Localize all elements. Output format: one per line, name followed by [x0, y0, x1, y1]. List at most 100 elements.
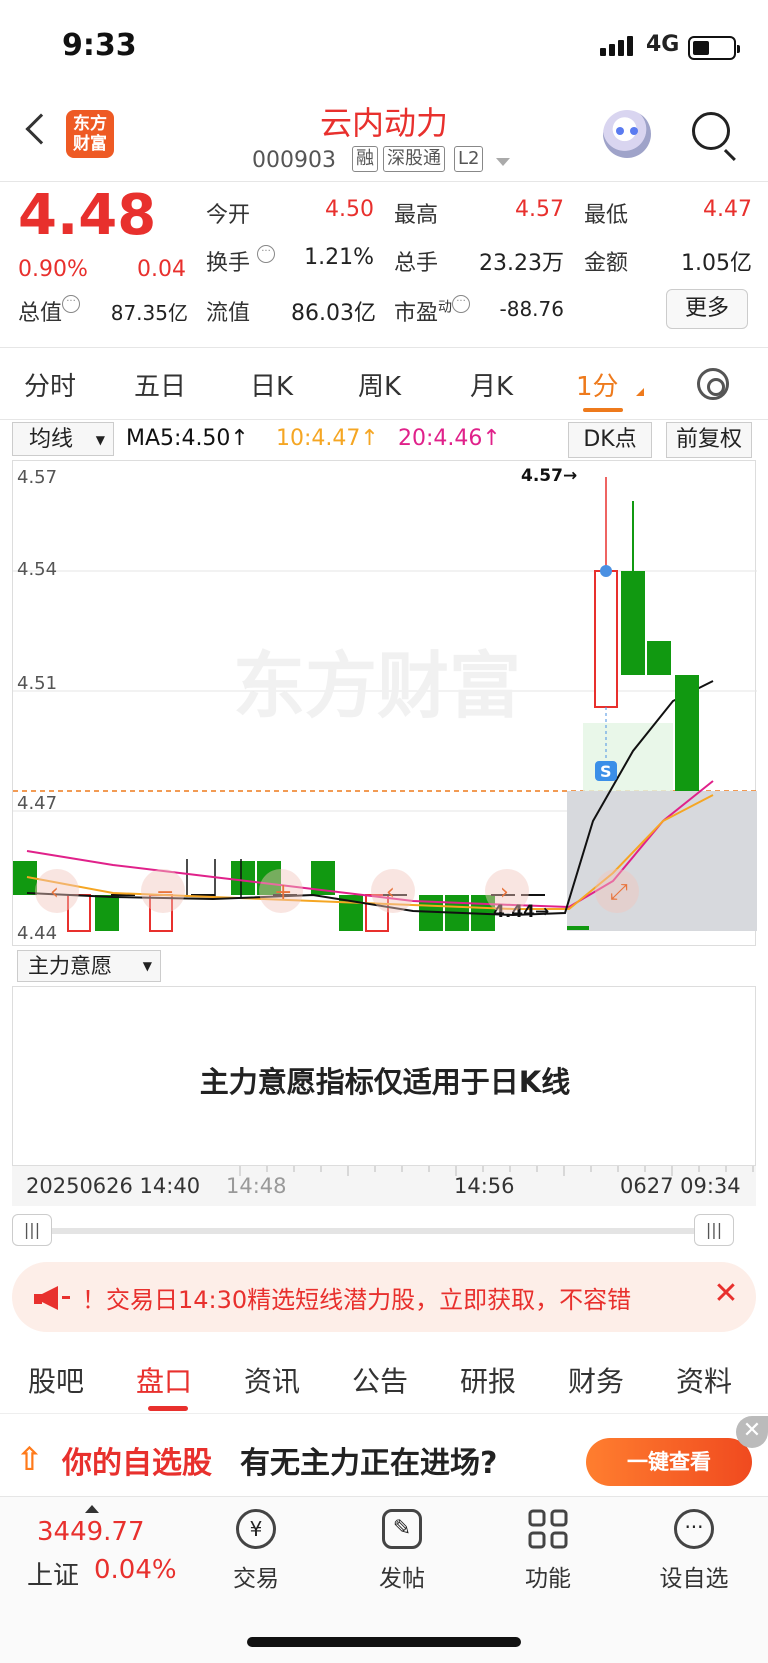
slider-track — [32, 1228, 732, 1234]
chart-control-icon: ⤢ — [610, 880, 628, 905]
stock-code: 000903 — [252, 148, 336, 173]
nav-label: 发帖 — [379, 1566, 425, 1592]
label-high: 最高 — [394, 203, 439, 228]
candle — [95, 895, 119, 931]
value-volume: 23.23万 — [479, 251, 564, 276]
tab-research[interactable]: 研报 — [460, 1360, 516, 1400]
tab-announcements[interactable]: 公告 — [352, 1360, 408, 1400]
nav-post[interactable]: ✎ 发帖 — [347, 1509, 457, 1593]
ma-select[interactable]: 均线 ▼ — [12, 422, 114, 456]
candle — [621, 571, 645, 675]
tab-profile[interactable]: 资料 — [676, 1360, 732, 1400]
value-amount: 1.05亿 — [681, 251, 752, 276]
time-axis: 20250626 14:40 14:48 14:56 0627 09:34 — [12, 1166, 756, 1206]
edit-icon: ✎ — [382, 1509, 422, 1549]
range-slider[interactable]: ||| ||| — [12, 1214, 756, 1246]
ma5-legend: MA5:4.50↑ — [126, 426, 249, 451]
value-turnover: 1.21% — [304, 245, 374, 270]
axis-label: 14:48 — [226, 1174, 287, 1198]
bottom-nav: 3449.77 上证 0.04% ¥ 交易 ✎ 发帖 功能 ··· 设自选 — [0, 1496, 768, 1663]
chart-control-icon: ‹ — [386, 880, 395, 905]
info-icon[interactable]: ··· — [452, 295, 471, 313]
tab-monthly[interactable]: 月K — [470, 366, 513, 403]
tag-connect: 深股通 — [383, 146, 445, 172]
tab-daily[interactable]: 日K — [250, 366, 293, 403]
chart-control-icon: › — [500, 880, 509, 905]
promo-subtitle: 有无主力正在进场? — [240, 1446, 498, 1481]
index-pct[interactable]: 0.04% — [94, 1555, 177, 1585]
home-indicator — [247, 1637, 521, 1647]
promo-cta-button[interactable]: 一键查看 — [586, 1438, 752, 1486]
index-name[interactable]: 上证 — [27, 1555, 79, 1592]
info-icon[interactable]: ··· — [62, 295, 81, 313]
watermark: 东方财富 — [233, 644, 521, 728]
promo-title: 你的自选股 — [62, 1446, 212, 1481]
axis-label: 14:56 — [454, 1174, 515, 1198]
close-icon[interactable]: ✕ — [736, 1416, 768, 1448]
nav-functions[interactable]: 功能 — [493, 1509, 603, 1593]
signal-badge-label: S — [600, 762, 612, 781]
tag-l2: L2 — [454, 146, 484, 172]
axis-label: 0627 09:34 — [620, 1174, 741, 1198]
gear-icon[interactable] — [697, 368, 729, 400]
nav-label: 交易 — [233, 1566, 279, 1592]
slider-left-handle[interactable]: ||| — [12, 1214, 52, 1246]
indicator-message: 主力意愿指标仅适用于日K线 — [199, 1065, 571, 1099]
search-icon[interactable] — [692, 112, 730, 150]
info-icon[interactable]: ··· — [257, 245, 276, 263]
tab-orderbook[interactable]: 盘口 — [136, 1360, 192, 1400]
nav-label: 功能 — [525, 1566, 571, 1592]
adjust-button[interactable]: 前复权 — [666, 422, 752, 458]
chart-svg: 4.574.544.514.474.44东方财富S4.57→4.44→‹ − + ‹ ›… — [13, 466, 757, 944]
label-amount: 金额 — [584, 251, 629, 276]
candlestick-chart[interactable]: 4.57 4.54 4.51 4.47 4.44 东方财富 S 4.57→ 4.44→ ‹ − + ‹ ›… — [12, 460, 757, 946]
y-tick-label: 4.54 — [17, 559, 57, 580]
stock-name: 云内动力 — [319, 104, 448, 142]
chevron-down-icon: ▼ — [95, 433, 105, 447]
y-tick-label: 4.57 — [17, 467, 57, 488]
y-tick-label: 4.51 — [17, 673, 57, 694]
tab-forum[interactable]: 股吧 — [28, 1360, 84, 1400]
network-type: 4G — [646, 32, 680, 57]
corner-triangle-icon — [636, 388, 644, 396]
selection-area — [567, 791, 757, 931]
arrow-up-icon: ⇧ — [16, 1440, 43, 1478]
label-pe: 市盈动 ··· — [394, 295, 471, 327]
tab-indicator — [148, 1406, 188, 1411]
indicator-select[interactable]: 主力意愿 ▼ — [17, 950, 161, 982]
nav-label: 设自选 — [659, 1566, 729, 1592]
battery-icon — [688, 36, 740, 60]
tab-news[interactable]: 资讯 — [244, 1360, 300, 1400]
chevron-down-icon[interactable] — [496, 158, 510, 166]
label-float-cap: 流值 — [206, 301, 251, 326]
tab-1min[interactable]: 1分 — [576, 366, 619, 403]
promo-bar[interactable]: ⇧ 你的自选股 有无主力正在进场? 一键查看 ✕ — [0, 1416, 768, 1496]
value-open: 4.50 — [325, 197, 374, 222]
axis-label: 20250626 14:40 — [26, 1174, 201, 1198]
value-high: 4.57 — [515, 197, 564, 222]
candle — [567, 926, 589, 930]
tab-intraday[interactable]: 分时 — [24, 366, 76, 403]
more-button[interactable]: 更多 — [666, 289, 748, 329]
news-banner[interactable]: ！交易日14:30精选短线潜力股，立即获取，不容错 ✕ — [12, 1262, 756, 1332]
nav-trade[interactable]: ¥ 交易 — [201, 1509, 311, 1593]
high-label: 4.57→ — [521, 466, 577, 486]
assistant-robot-icon[interactable] — [603, 110, 651, 158]
candle — [594, 570, 618, 708]
tab-indicator — [583, 408, 623, 412]
y-tick-label: 4.47 — [17, 793, 57, 814]
trade-icon: ¥ — [236, 1509, 276, 1549]
dk-point-button[interactable]: DK点 — [568, 422, 652, 458]
current-price: 4.48 — [18, 183, 157, 248]
candle — [675, 675, 699, 791]
tab-weekly[interactable]: 周K — [358, 366, 401, 403]
slider-right-handle[interactable]: ||| — [694, 1214, 734, 1246]
index-value[interactable]: 3449.77 — [37, 1517, 145, 1547]
close-icon[interactable]: ✕ — [704, 1276, 748, 1311]
tab-finance[interactable]: 财务 — [568, 1360, 624, 1400]
info-tabs: 股吧 盘口 资讯 公告 研报 财务 资料 — [0, 1344, 768, 1414]
nav-add-watchlist[interactable]: ··· 设自选 — [639, 1509, 749, 1593]
tab-five-day[interactable]: 五日 — [134, 366, 186, 403]
label-volume: 总手 — [394, 251, 439, 276]
y-tick-label: 4.44 — [17, 923, 57, 944]
